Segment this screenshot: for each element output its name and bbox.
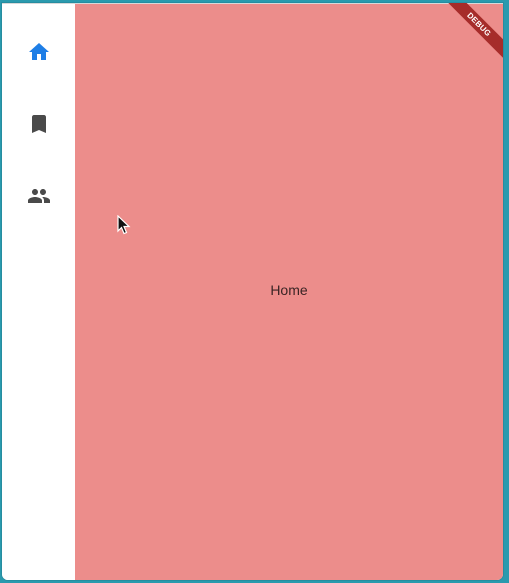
people-icon — [27, 189, 50, 203]
content-area: Home DEBUG — [75, 3, 503, 580]
page-label: Home — [270, 282, 308, 298]
bookmark-icon — [31, 115, 46, 133]
app-window: Home DEBUG — [2, 3, 503, 580]
rail-item-home[interactable] — [2, 24, 75, 80]
home-icon — [28, 43, 49, 60]
navigation-rail — [2, 4, 75, 580]
rail-item-bookmarks[interactable] — [2, 96, 75, 152]
rail-item-people[interactable] — [2, 168, 75, 224]
debug-banner: DEBUG — [441, 3, 503, 62]
